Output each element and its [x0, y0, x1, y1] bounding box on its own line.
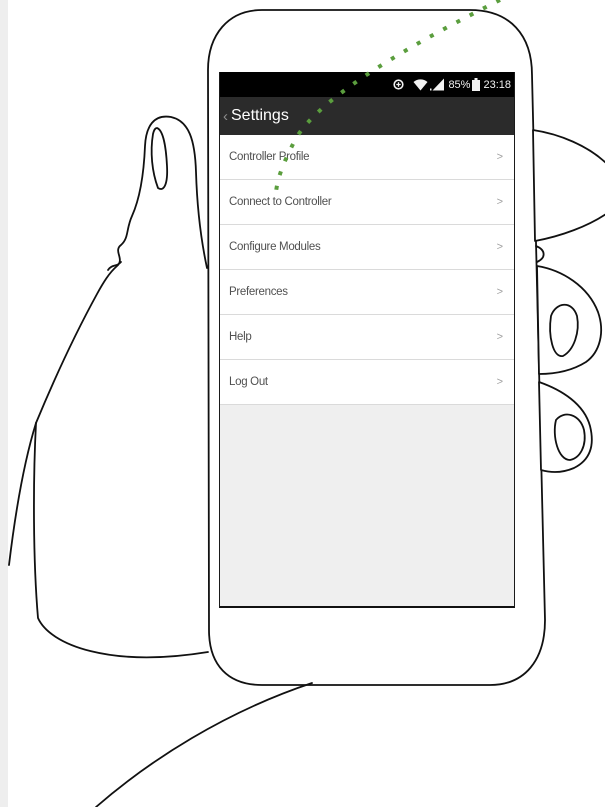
settings-list: Controller Profile > Connect to Controll… — [220, 135, 514, 405]
signal-icon — [430, 78, 445, 91]
hand-thumb — [35, 115, 208, 424]
finger-index — [532, 129, 605, 242]
finger-middle — [536, 265, 602, 375]
empty-list-area — [220, 405, 514, 606]
settings-item-label: Help — [229, 331, 252, 343]
settings-item-label: Controller Profile — [229, 151, 310, 163]
hand-palm-outline — [33, 422, 209, 659]
settings-item-help[interactable]: Help > — [220, 315, 514, 360]
illustration-stage: 85% 23:18 ‹ Settings Controller Profile … — [0, 0, 605, 807]
chevron-right-icon: > — [496, 196, 503, 208]
chevron-right-icon: > — [496, 241, 503, 253]
settings-item-connect-to-controller[interactable]: Connect to Controller > — [220, 180, 514, 225]
chevron-right-icon: > — [496, 151, 503, 163]
settings-item-label: Connect to Controller — [229, 196, 332, 208]
settings-item-controller-profile[interactable]: Controller Profile > — [220, 135, 514, 180]
battery-percent: 85% — [448, 78, 471, 91]
settings-item-log-out[interactable]: Log Out > — [220, 360, 514, 405]
chevron-right-icon: > — [496, 286, 503, 298]
hand-wrist-line — [95, 682, 313, 807]
wifi-icon — [413, 78, 428, 91]
phone-screen: 85% 23:18 ‹ Settings Controller Profile … — [219, 72, 515, 608]
chevron-left-icon: ‹ — [223, 107, 228, 125]
action-bar: ‹ Settings — [220, 97, 514, 135]
chevron-right-icon: > — [496, 331, 503, 343]
clock-time: 23:18 — [483, 78, 511, 91]
chevron-right-icon: > — [496, 376, 503, 388]
back-button[interactable]: ‹ Settings — [223, 107, 289, 125]
hand-back-outline — [8, 422, 37, 566]
settings-item-configure-modules[interactable]: Configure Modules > — [220, 225, 514, 270]
settings-item-label: Log Out — [229, 376, 268, 388]
page-title: Settings — [231, 107, 289, 124]
settings-item-label: Configure Modules — [229, 241, 321, 253]
status-bar: 85% 23:18 — [220, 72, 514, 97]
battery-icon — [472, 78, 481, 91]
data-saver-icon — [393, 79, 405, 90]
settings-item-label: Preferences — [229, 286, 288, 298]
thumb-nail — [150, 127, 169, 190]
settings-item-preferences[interactable]: Preferences > — [220, 270, 514, 315]
